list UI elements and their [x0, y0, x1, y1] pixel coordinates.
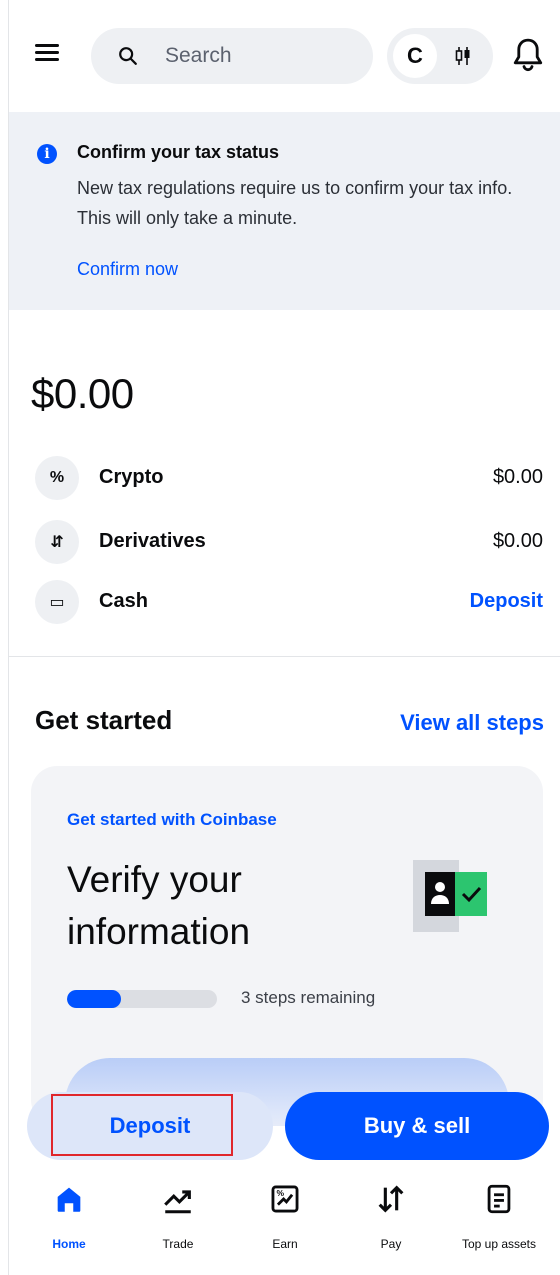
nav-label: Earn	[272, 1237, 298, 1251]
cash-deposit-link[interactable]: Deposit	[470, 590, 543, 613]
search-icon	[119, 47, 137, 65]
bottom-nav: Home Trade % Earn Pay Top up assets	[9, 1172, 560, 1275]
asset-row-derivatives[interactable]: ⇵ Derivatives $0.00	[9, 518, 560, 566]
nav-item-trade[interactable]: Trade	[128, 1182, 228, 1262]
get-started-title: Get started	[35, 705, 173, 735]
highlight-box	[51, 1094, 233, 1156]
menu-button[interactable]	[35, 40, 65, 70]
nav-item-pay[interactable]: Pay	[341, 1182, 441, 1262]
verify-info-card[interactable]: Get started with Coinbase Verify your in…	[31, 766, 543, 1126]
search-bar[interactable]: Search	[91, 28, 373, 84]
asset-value: $0.00	[492, 466, 543, 488]
section-divider	[9, 656, 560, 657]
cash-icon: ▭	[35, 580, 79, 624]
view-all-steps-link[interactable]: View all steps	[400, 710, 544, 736]
search-placeholder: Search	[165, 44, 232, 67]
top-up-icon	[487, 1184, 511, 1214]
card-headline: Verify your information	[67, 859, 251, 952]
top-bar: Search C	[9, 0, 560, 112]
asset-label: Cash	[99, 590, 148, 612]
nav-label: Home	[52, 1237, 86, 1251]
menu-line	[35, 58, 59, 61]
menu-line	[35, 51, 59, 54]
banner-title: Confirm your tax status	[77, 142, 280, 162]
pay-icon	[378, 1185, 404, 1213]
menu-line	[35, 44, 59, 47]
trade-icon	[164, 1190, 191, 1214]
asset-label: Crypto	[99, 466, 164, 488]
asset-row-crypto[interactable]: % Crypto $0.00	[9, 454, 560, 502]
card-kicker: Get started with Coinbase	[67, 810, 277, 829]
asset-label: Derivatives	[99, 530, 206, 552]
svg-text:%: %	[277, 1188, 285, 1198]
candlestick-icon[interactable]	[451, 44, 475, 68]
confirm-now-link[interactable]: Confirm now	[77, 259, 178, 280]
steps-remaining: 3 steps remaining	[241, 988, 376, 1007]
progress-fill	[67, 990, 121, 1008]
home-icon	[57, 1187, 81, 1212]
percent-icon: %	[35, 456, 79, 500]
buy-sell-button[interactable]: Buy & sell	[285, 1092, 549, 1160]
coinbase-mode-knob[interactable]: C	[393, 34, 437, 78]
arrows-icon: ⇵	[35, 520, 79, 564]
nav-label: Top up assets	[461, 1237, 537, 1251]
steps-progress-bar	[67, 990, 217, 1008]
nav-item-earn[interactable]: % Earn	[235, 1182, 335, 1262]
id-verification-icon	[413, 860, 487, 932]
total-balance: $0.00	[31, 370, 134, 417]
bell-icon[interactable]	[511, 36, 545, 74]
info-icon: i	[37, 144, 57, 164]
mode-switch[interactable]: C	[387, 28, 493, 84]
earn-icon: %	[271, 1185, 299, 1213]
asset-value: $0.00	[492, 530, 543, 552]
asset-row-cash[interactable]: ▭ Cash Deposit	[9, 578, 560, 626]
app-screen: Search C i Confirm your tax status New t…	[8, 0, 560, 1275]
nav-item-top-up-assets[interactable]: Top up assets	[449, 1182, 549, 1262]
nav-item-home[interactable]: Home	[19, 1182, 119, 1262]
nav-label: Trade	[162, 1237, 194, 1251]
tax-status-banner: i Confirm your tax status New tax regula…	[9, 112, 560, 310]
nav-label: Pay	[380, 1237, 402, 1251]
banner-body: New tax regulations require us to confir…	[77, 178, 513, 228]
